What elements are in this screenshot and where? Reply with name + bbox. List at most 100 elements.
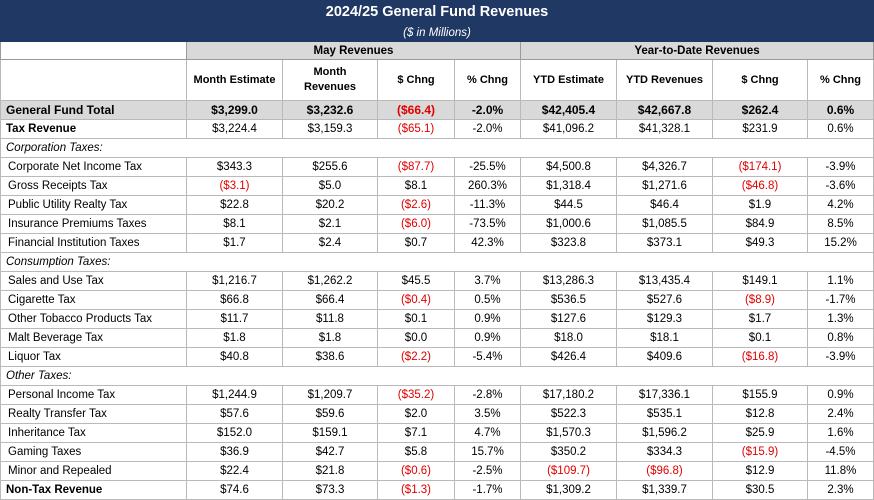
header-blank — [0, 59, 187, 101]
cell-value: 260.3% — [454, 176, 521, 196]
cell-value: 15.2% — [807, 233, 874, 253]
cell-value: 0.9% — [454, 309, 521, 329]
row-label: Personal Income Tax — [0, 385, 187, 405]
cell-value: 1.3% — [807, 309, 874, 329]
table-row: Personal Income Tax $1,244.9 $1,209.7 ($35.… — [0, 385, 874, 405]
cell-value: ($65.1) — [377, 119, 455, 139]
cell-value: ($1.3) — [377, 480, 455, 500]
category-row: Corporation Taxes: — [0, 138, 874, 158]
table-row: Financial Institution Taxes $1.7 $2.4 $0.7 4… — [0, 233, 874, 253]
cell-value: $17,180.2 — [520, 385, 617, 405]
cell-value: $535.1 — [616, 404, 713, 424]
group-blank — [0, 41, 187, 60]
cell-value: $522.3 — [520, 404, 617, 424]
cell-value: $1.7 — [186, 233, 283, 253]
cell-value: -1.7% — [807, 290, 874, 310]
cell-value: $45.5 — [377, 271, 455, 291]
cell-value: $5.0 — [282, 176, 378, 196]
category-row: Consumption Taxes: — [0, 252, 874, 272]
cell-value: $527.6 — [616, 290, 713, 310]
cell-value: 11.8% — [807, 461, 874, 481]
cell-value: $20.2 — [282, 195, 378, 215]
cell-value: $536.5 — [520, 290, 617, 310]
cell-value: $42,405.4 — [520, 100, 617, 120]
cell-value: 0.6% — [807, 100, 874, 120]
cell-value: $323.8 — [520, 233, 617, 253]
cell-value: 4.2% — [807, 195, 874, 215]
cell-value: 0.6% — [807, 119, 874, 139]
cell-value: ($87.7) — [377, 157, 455, 177]
cell-value: -5.4% — [454, 347, 521, 367]
cell-value: $409.6 — [616, 347, 713, 367]
cell-value: -11.3% — [454, 195, 521, 215]
cell-value: $0.1 — [377, 309, 455, 329]
cell-value: $18.1 — [616, 328, 713, 348]
cell-value: $66.4 — [282, 290, 378, 310]
cell-value: $373.1 — [616, 233, 713, 253]
cell-value: ($66.4) — [377, 100, 455, 120]
cell-value: 0.9% — [454, 328, 521, 348]
cell-value: $17,336.1 — [616, 385, 713, 405]
table-row: Liquor Tax $40.8 $38.6 ($2.2) -5.4% $426.4 $40… — [0, 347, 874, 367]
header-ytd-chng: $ Chng — [712, 59, 808, 101]
cell-value: $1.8 — [282, 328, 378, 348]
cell-value: 0.8% — [807, 328, 874, 348]
cell-value: $1,085.5 — [616, 214, 713, 234]
cell-value: ($16.8) — [712, 347, 808, 367]
cell-value: 0.5% — [454, 290, 521, 310]
table-row: Other Tobacco Products Tax $11.7 $11.8 $0.1… — [0, 309, 874, 329]
cell-value: $0.7 — [377, 233, 455, 253]
table-row: Insurance Premiums Taxes $8.1 $2.1 ($6.0) -7… — [0, 214, 874, 234]
cell-value: $1,000.6 — [520, 214, 617, 234]
cell-value: 4.7% — [454, 423, 521, 443]
cell-value: $42,667.8 — [616, 100, 713, 120]
cell-value: $1,318.4 — [520, 176, 617, 196]
cell-value: $426.4 — [520, 347, 617, 367]
cell-value: 1.1% — [807, 271, 874, 291]
cell-value: -25.5% — [454, 157, 521, 177]
revenue-table: 2024/25 General Fund Revenues ($ in Mill… — [0, 0, 874, 500]
cell-value: $11.8 — [282, 309, 378, 329]
cell-value: ($174.1) — [712, 157, 808, 177]
cell-value: 3.5% — [454, 404, 521, 424]
cell-value: ($96.8) — [616, 461, 713, 481]
cell-value: $159.1 — [282, 423, 378, 443]
cell-value: $155.9 — [712, 385, 808, 405]
cell-value: -2.0% — [454, 119, 521, 139]
cell-value: $1,271.6 — [616, 176, 713, 196]
cell-value: -2.8% — [454, 385, 521, 405]
cell-value: ($2.2) — [377, 347, 455, 367]
cell-value: $1,596.2 — [616, 423, 713, 443]
cell-value: $3,299.0 — [186, 100, 283, 120]
cell-value: $350.2 — [520, 442, 617, 462]
table-row: Malt Beverage Tax $1.8 $1.8 $0.0 0.9% $18.0 $1… — [0, 328, 874, 348]
cell-value: $12.8 — [712, 404, 808, 424]
cell-value: $127.6 — [520, 309, 617, 329]
table-row: General Fund Total $3,299.0 $3,232.6 ($66.4… — [0, 100, 874, 120]
cell-value: $0.1 — [712, 328, 808, 348]
table-row: Cigarette Tax $66.8 $66.4 ($0.4) 0.5% $536.5 $… — [0, 290, 874, 310]
table-row: Public Utility Realty Tax $22.8 $20.2 ($2.6… — [0, 195, 874, 215]
table-row: Minor and Repealed $22.4 $21.8 ($0.6) -2.5%(… — [0, 461, 874, 481]
cell-value: $1.8 — [186, 328, 283, 348]
cell-value: -2.0% — [454, 100, 521, 120]
cell-value: $2.4 — [282, 233, 378, 253]
cell-value: $4,326.7 — [616, 157, 713, 177]
cell-value: $36.9 — [186, 442, 283, 462]
row-label: General Fund Total — [0, 100, 187, 120]
cell-value: $334.3 — [616, 442, 713, 462]
row-label: Non-Tax Revenue — [0, 480, 187, 500]
cell-value: ($15.9) — [712, 442, 808, 462]
cell-value: ($109.7) — [520, 461, 617, 481]
cell-value: -2.5% — [454, 461, 521, 481]
cell-value: $1.9 — [712, 195, 808, 215]
row-label: Other Taxes: — [0, 366, 874, 386]
table-row: Gaming Taxes $36.9 $42.7 $5.8 15.7% $350.2 $33… — [0, 442, 874, 462]
cell-value: $1,309.2 — [520, 480, 617, 500]
cell-value: $21.8 — [282, 461, 378, 481]
cell-value: $255.6 — [282, 157, 378, 177]
cell-value: $73.3 — [282, 480, 378, 500]
cell-value: $40.8 — [186, 347, 283, 367]
cell-value: -3.6% — [807, 176, 874, 196]
row-label: Corporation Taxes: — [0, 138, 874, 158]
